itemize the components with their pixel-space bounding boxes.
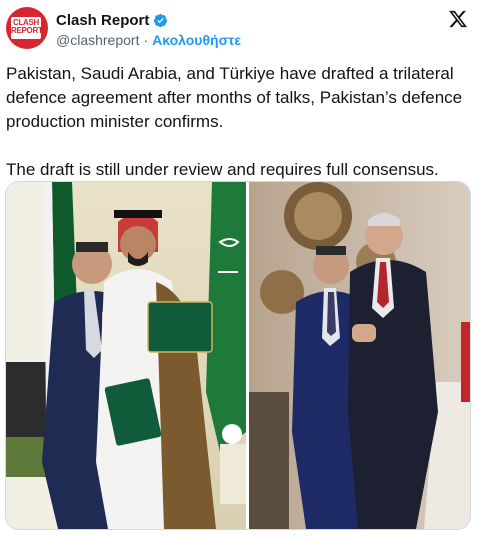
tweet-text: Pakistan, Saudi Arabia, and Türkiye have…	[6, 64, 463, 179]
tweet-photo[interactable]	[5, 181, 471, 530]
right-photo	[249, 182, 470, 529]
avatar[interactable]: CLASH REPORT	[6, 7, 48, 49]
author-name[interactable]: Clash Report	[56, 12, 149, 29]
author-handle[interactable]: @clashreport	[56, 32, 139, 48]
left-photo	[6, 182, 246, 529]
follow-button[interactable]: Ακολουθήστε	[152, 32, 241, 48]
author-name-row: Clash Report	[56, 11, 168, 29]
avatar-logo-line2: REPORT	[11, 26, 43, 35]
separator-dot: ·	[143, 32, 149, 48]
author-handle-row: @clashreport · Ακολουθήστε	[56, 32, 241, 48]
photo-illustration	[6, 182, 470, 529]
avatar-logo-text: CLASH REPORT	[11, 19, 43, 35]
x-logo-icon[interactable]	[447, 9, 469, 29]
tweet-card: CLASH REPORT Clash Report @clashreport ·…	[0, 0, 477, 536]
verified-badge-icon	[154, 13, 168, 27]
